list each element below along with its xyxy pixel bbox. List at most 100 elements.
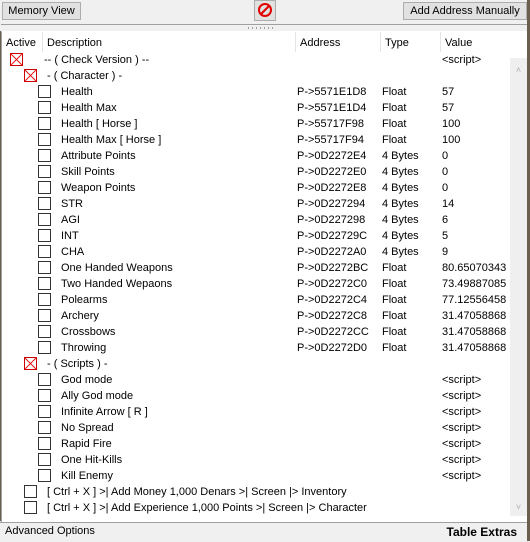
table-row[interactable]: Crossbows P->0D2272CC Float 31.47058868 [2, 324, 507, 340]
active-checkbox[interactable] [38, 149, 51, 162]
active-checkbox[interactable] [38, 197, 51, 210]
row-description: Polearms [61, 294, 108, 306]
active-checkbox[interactable] [38, 309, 51, 322]
active-checkbox[interactable] [24, 485, 37, 498]
row-value: <script> [442, 374, 482, 386]
scroll-down-icon[interactable]: ˅ [514, 503, 523, 512]
table-row[interactable]: INT P->0D22729C 4 Bytes 5 [2, 228, 507, 244]
table-row[interactable]: Skill Points P->0D2272E0 4 Bytes 0 [2, 164, 507, 180]
active-checkbox[interactable] [38, 117, 51, 130]
table-row[interactable]: Health Max [ Horse ] P->55717F94 Float 100 [2, 132, 507, 148]
row-value: 100 [442, 134, 461, 146]
row-description: Weapon Points [61, 182, 136, 194]
row-description: [ Ctrl + X ] >| Add Money 1,000 Denars >… [47, 486, 347, 498]
vertical-scrollbar[interactable]: ˄ ˅ [510, 58, 527, 516]
table-row[interactable]: Weapon Points P->0D2272E8 4 Bytes 0 [2, 180, 507, 196]
table-row[interactable]: Attribute Points P->0D2272E4 4 Bytes 0 [2, 148, 507, 164]
table-row[interactable]: Health P->5571E1D8 Float 57 [2, 84, 507, 100]
row-address: P->0D2272D0 [297, 342, 368, 354]
row-description: One Handed Weapons [61, 262, 173, 274]
table-row[interactable]: Archery P->0D2272C8 Float 31.47058868 [2, 308, 507, 324]
active-checkbox[interactable] [38, 293, 51, 306]
row-value: 80.65070343 [442, 262, 507, 274]
column-type[interactable]: Type [381, 32, 441, 52]
row-value: <script> [442, 454, 482, 466]
row-type: Float [382, 262, 407, 274]
row-type: Float [382, 278, 407, 290]
row-value: 6 [442, 214, 449, 226]
memory-view-button[interactable]: Memory View [2, 2, 81, 20]
active-checkbox[interactable] [38, 341, 51, 354]
clear-list-button[interactable] [254, 0, 276, 21]
row-type: Float [382, 342, 407, 354]
table-row[interactable]: No Spread <script> [2, 420, 507, 436]
active-checkbox[interactable] [38, 421, 51, 434]
table-row[interactable]: Health Max P->5571E1D4 Float 57 [2, 100, 507, 116]
table-row[interactable]: [ Ctrl + X ] >| Add Experience 1,000 Poi… [2, 500, 507, 516]
table-row[interactable]: Kill Enemy <script> [2, 468, 507, 484]
row-address: P->0D2272BC [297, 262, 369, 274]
active-checkbox[interactable] [38, 165, 51, 178]
row-address: P->0D2272E0 [297, 166, 367, 178]
row-value: <script> [442, 438, 482, 450]
table-row[interactable]: Throwing P->0D2272D0 Float 31.47058868 [2, 340, 507, 356]
table-row[interactable]: Two Handed Wepaons P->0D2272C0 Float 73.498… [2, 276, 507, 292]
row-description: - ( Character ) - [47, 70, 123, 82]
active-checkbox[interactable] [38, 245, 51, 258]
row-value: 31.47058868 [442, 326, 507, 338]
row-description: Health [61, 86, 93, 98]
row-description: Attribute Points [61, 150, 136, 162]
active-checkbox[interactable] [38, 261, 51, 274]
row-address: P->5571E1D8 [297, 86, 367, 98]
table-row[interactable]: One Handed Weapons P->0D2272BC Float 80.650… [2, 260, 507, 276]
scroll-up-icon[interactable]: ˄ [514, 66, 523, 75]
column-active[interactable]: Active [2, 32, 43, 52]
active-checkbox[interactable] [38, 85, 51, 98]
row-address: P->55717F98 [297, 118, 364, 130]
table-row[interactable]: -- ( Check Version ) -- <script> [2, 52, 507, 68]
row-address: P->0D227298 [297, 214, 366, 226]
column-value[interactable]: Value [441, 32, 511, 52]
active-checkbox[interactable] [38, 133, 51, 146]
active-checkbox[interactable] [38, 469, 51, 482]
splitter-grip[interactable] [248, 27, 276, 29]
column-address[interactable]: Address [296, 32, 381, 52]
active-checkbox[interactable] [38, 325, 51, 338]
row-value: <script> [442, 470, 482, 482]
table-row[interactable]: Rapid Fire <script> [2, 436, 507, 452]
active-checkbox[interactable] [24, 69, 37, 82]
table-row[interactable]: Health [ Horse ] P->55717F98 Float 100 [2, 116, 507, 132]
advanced-options-button[interactable]: Advanced Options [5, 525, 95, 537]
table-row[interactable]: AGI P->0D227298 4 Bytes 6 [2, 212, 507, 228]
active-checkbox[interactable] [38, 229, 51, 242]
table-row[interactable]: [ Ctrl + X ] >| Add Money 1,000 Denars >… [2, 484, 507, 500]
active-checkbox[interactable] [38, 101, 51, 114]
active-checkbox[interactable] [10, 53, 23, 66]
active-checkbox[interactable] [38, 373, 51, 386]
table-row[interactable]: - ( Scripts ) - [2, 356, 507, 372]
table-row[interactable]: Polearms P->0D2272C4 Float 77.12556458 [2, 292, 507, 308]
panel-splitter[interactable] [1, 24, 527, 31]
active-checkbox[interactable] [38, 437, 51, 450]
active-checkbox[interactable] [38, 181, 51, 194]
active-checkbox[interactable] [38, 453, 51, 466]
row-value: 57 [442, 86, 455, 98]
table-row[interactable]: Infinite Arrow [ R ] <script> [2, 404, 507, 420]
row-type: Float [382, 134, 407, 146]
table-row[interactable]: God mode <script> [2, 372, 507, 388]
active-checkbox[interactable] [24, 501, 37, 514]
table-row[interactable]: - ( Character ) - [2, 68, 507, 84]
row-address: P->0D227294 [297, 198, 366, 210]
table-row[interactable]: CHA P->0D2272A0 4 Bytes 9 [2, 244, 507, 260]
column-description[interactable]: Description [43, 32, 296, 52]
active-checkbox[interactable] [38, 277, 51, 290]
active-checkbox[interactable] [24, 357, 37, 370]
active-checkbox[interactable] [38, 389, 51, 402]
table-row[interactable]: STR P->0D227294 4 Bytes 14 [2, 196, 507, 212]
table-extras-button[interactable]: Table Extras [447, 525, 517, 539]
active-checkbox[interactable] [38, 213, 51, 226]
table-row[interactable]: Ally God mode <script> [2, 388, 507, 404]
add-address-manually-button[interactable]: Add Address Manually [403, 2, 527, 20]
table-row[interactable]: One Hit-Kills <script> [2, 452, 507, 468]
active-checkbox[interactable] [38, 405, 51, 418]
